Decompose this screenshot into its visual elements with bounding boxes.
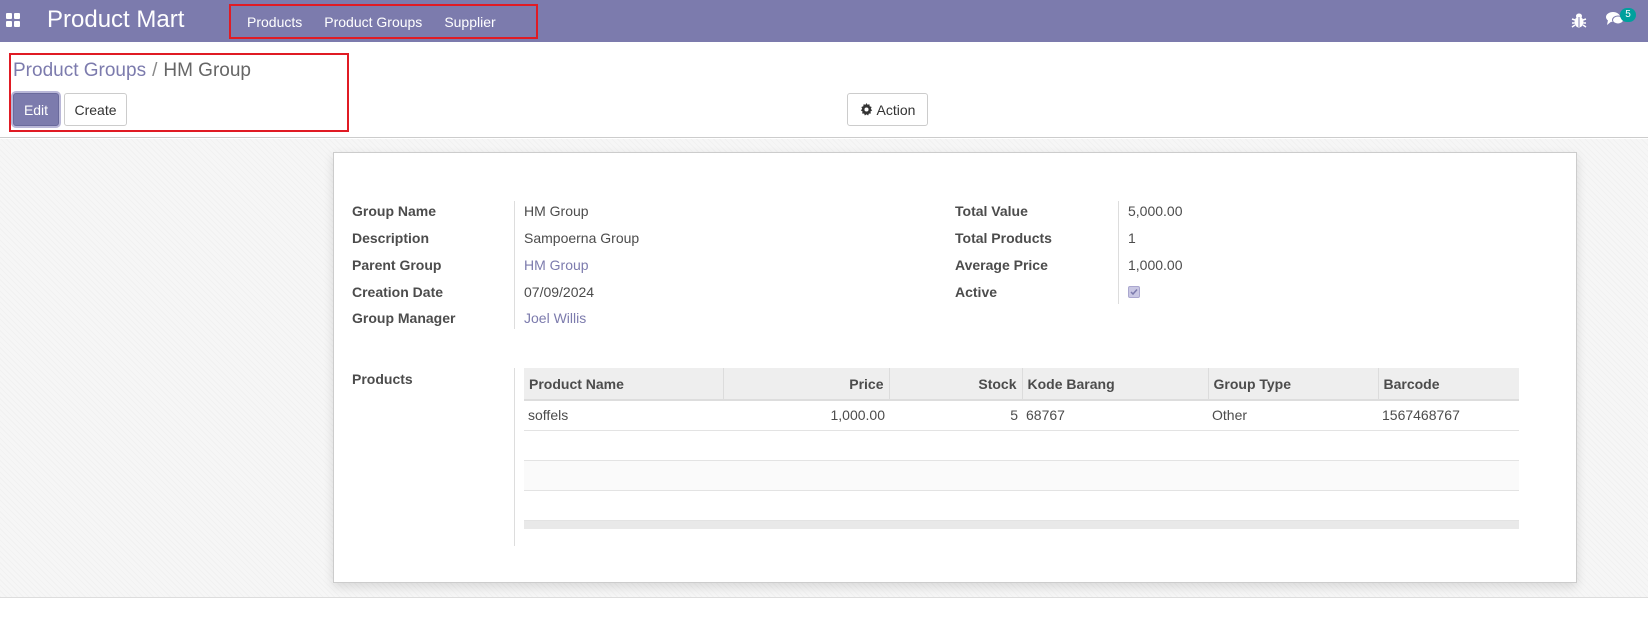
- create-button[interactable]: Create: [64, 93, 127, 126]
- average-price-label: Average Price: [955, 257, 1048, 273]
- cell-kode-barang: 68767: [1022, 400, 1208, 431]
- breadcrumb-separator: /: [152, 60, 158, 81]
- table-header-row: Product Name Price Stock Kode Barang Gro…: [524, 368, 1519, 401]
- creation-date-value: 07/09/2024: [524, 284, 595, 300]
- empty-row: [524, 430, 1519, 461]
- empty-row: [524, 490, 1519, 521]
- apps-icon[interactable]: [6, 13, 20, 27]
- empty-row: [524, 460, 1519, 491]
- creation-date-label: Creation Date: [352, 284, 444, 300]
- form-sheet: Group Name HM Group Description Sampoern…: [333, 152, 1577, 583]
- gear-icon: [860, 103, 872, 116]
- products-table: Product Name Price Stock Kode Barang Gro…: [524, 368, 1519, 521]
- cell-stock: 5: [889, 400, 1022, 431]
- column-header-group-type[interactable]: Group Type: [1208, 368, 1379, 401]
- column-header-price[interactable]: Price: [723, 368, 890, 401]
- right-divider: [1118, 201, 1119, 304]
- column-header-kode-barang[interactable]: Kode Barang: [1022, 368, 1209, 401]
- group-manager-link[interactable]: Joel Willis: [524, 310, 586, 326]
- breadcrumb: Product Groups / HM Group: [13, 60, 251, 82]
- products-label: Products: [352, 371, 413, 387]
- group-manager-label: Group Manager: [352, 310, 456, 326]
- group-name-value: HM Group: [524, 203, 589, 219]
- total-products-value: 1: [1128, 230, 1136, 246]
- bug-icon[interactable]: [1571, 11, 1587, 29]
- menu-item-supplier[interactable]: Supplier: [433, 14, 506, 30]
- menu-item-product-groups[interactable]: Product Groups: [313, 14, 433, 30]
- left-divider: [514, 201, 515, 329]
- control-panel: Product Groups / HM Group Edit Create Acti…: [0, 42, 1648, 138]
- cell-group-type: Other: [1208, 400, 1378, 431]
- products-divider: [514, 368, 515, 546]
- parent-group-label: Parent Group: [352, 257, 442, 273]
- action-button[interactable]: Action: [847, 93, 928, 126]
- edit-button[interactable]: Edit: [13, 93, 59, 126]
- total-products-label: Total Products: [955, 230, 1052, 246]
- cell-price: 1,000.00: [723, 400, 889, 431]
- parent-group-link[interactable]: HM Group: [524, 257, 589, 273]
- footer-area: [0, 597, 1648, 624]
- top-navbar: Product Mart Products Product Groups Sup…: [0, 0, 1648, 42]
- average-price-value: 1,000.00: [1128, 257, 1183, 273]
- check-icon: [1130, 289, 1138, 296]
- cell-product-name: soffels: [524, 400, 723, 431]
- action-button-label: Action: [876, 101, 916, 118]
- column-header-barcode[interactable]: Barcode: [1378, 368, 1519, 401]
- total-value-value: 5,000.00: [1128, 203, 1183, 219]
- breadcrumb-parent-link[interactable]: Product Groups: [13, 60, 146, 81]
- app-brand[interactable]: Product Mart: [47, 6, 184, 34]
- main-menu: Products Product Groups Supplier: [229, 4, 538, 39]
- table-row[interactable]: soffels 1,000.00 5 68767 Other 156746876…: [524, 400, 1519, 431]
- column-header-stock[interactable]: Stock: [889, 368, 1023, 401]
- group-name-label: Group Name: [352, 203, 437, 219]
- menu-item-products[interactable]: Products: [231, 14, 313, 30]
- chat-count-badge: 5: [1620, 8, 1636, 22]
- cell-barcode: 1567468767: [1378, 400, 1519, 431]
- description-label: Description: [352, 230, 430, 246]
- active-label: Active: [955, 284, 998, 300]
- active-checkbox[interactable]: [1128, 286, 1140, 298]
- total-value-label: Total Value: [955, 203, 1028, 219]
- breadcrumb-current: HM Group: [163, 60, 251, 81]
- table-footer: [524, 521, 1519, 529]
- column-header-product-name[interactable]: Product Name: [524, 368, 724, 401]
- description-value: Sampoerna Group: [524, 230, 640, 246]
